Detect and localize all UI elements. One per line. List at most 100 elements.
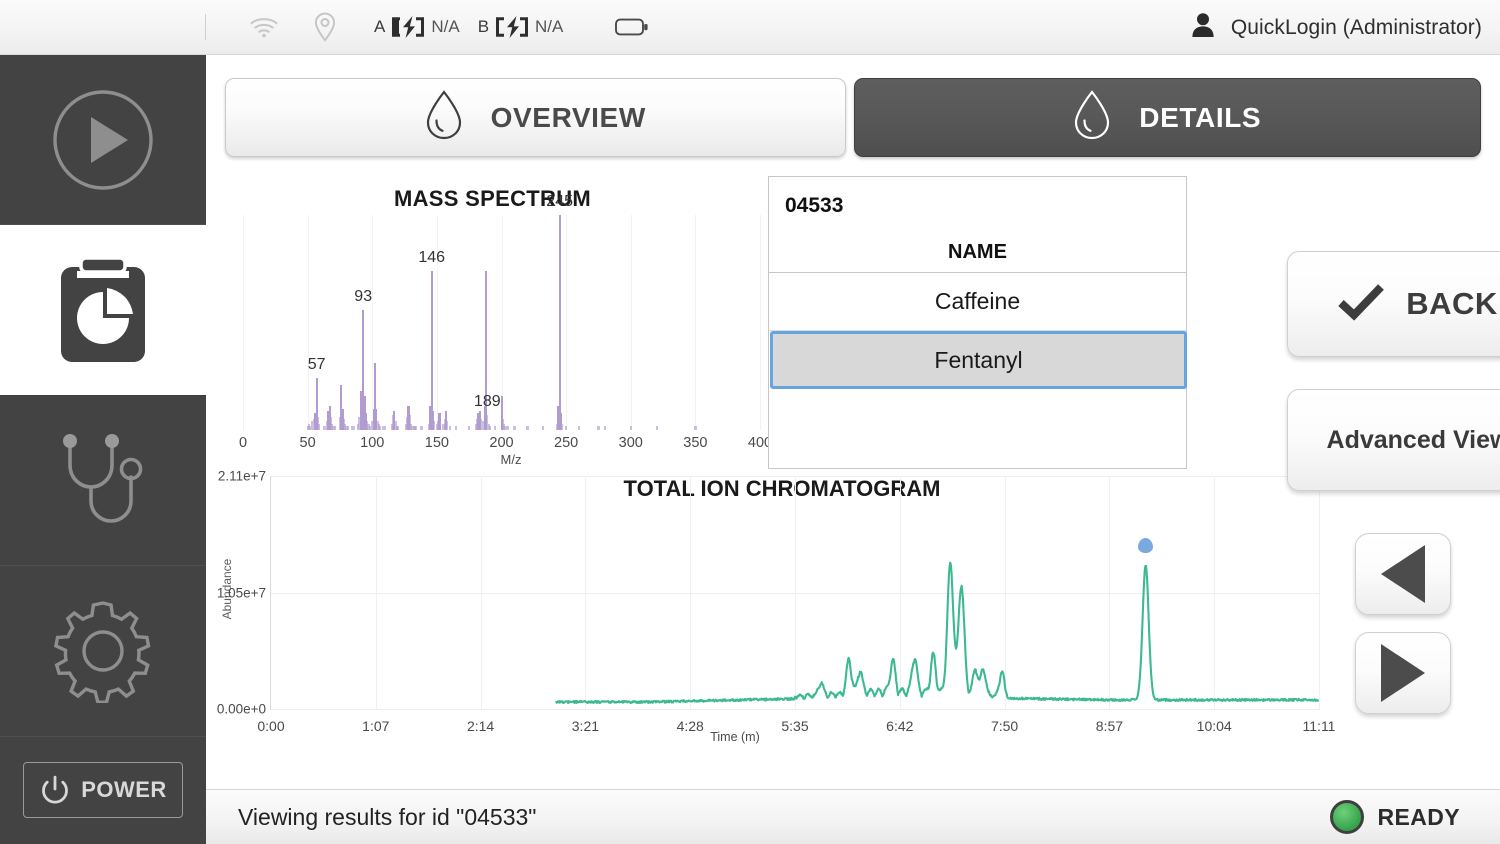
status-state-label: READY	[1377, 803, 1460, 830]
peak-label: 146	[418, 248, 446, 266]
power-icon	[42, 776, 69, 804]
grid-line	[307, 215, 309, 430]
wifi-icon[interactable]	[234, 0, 294, 55]
sidebar-item-diagnostics[interactable]	[0, 396, 206, 567]
internal-battery-icon[interactable]	[615, 0, 649, 55]
clipboard-chart-icon	[61, 256, 145, 363]
power-label: POWER	[81, 777, 167, 803]
battery-b-icon[interactable]: B N/A	[477, 15, 563, 39]
battery-a-label: A	[374, 17, 386, 36]
spectrum-peak	[455, 425, 458, 430]
triangle-right-icon	[1381, 644, 1425, 702]
grid-line	[760, 215, 761, 430]
x-tick-label: 300	[618, 435, 643, 451]
total-ion-chromatogram-panel: TOTAL ION CHROMATOGRAM Abundance 0.00e+0…	[217, 469, 1336, 767]
battery-a-icon[interactable]: A N/A	[374, 15, 460, 39]
peak-label: 189	[473, 392, 501, 410]
spectrum-peak	[494, 425, 497, 430]
grid-line	[695, 215, 697, 430]
x-tick-label: 5:35	[781, 718, 809, 734]
spectrum-peak	[694, 425, 697, 430]
spectrum-peak	[318, 423, 321, 430]
peak-label: 93	[354, 287, 373, 305]
mass-spectrum-title: MASS SPECTRUM	[393, 186, 592, 211]
compound-name: Caffeine	[934, 288, 1021, 314]
mass-spectrum-panel: MASS SPECTRUM 57 93 146 189 245 M/z 0 50 100 15…	[225, 177, 772, 470]
back-button-label: BACK	[1406, 286, 1498, 321]
grid-line	[436, 215, 438, 430]
grid-line	[630, 215, 632, 430]
spectrum-peak	[415, 425, 418, 430]
x-tick-label: 8:57	[1095, 718, 1124, 734]
spectrum-peak	[655, 425, 658, 430]
tab-overview[interactable]: OVERVIEW	[225, 78, 846, 157]
back-button[interactable]: BACK	[1287, 251, 1500, 357]
power-button-area: POWER	[0, 737, 206, 844]
advanced-view-button[interactable]: Advanced View	[1287, 389, 1500, 491]
grid-line	[243, 215, 244, 430]
list-item[interactable]: Caffeine	[769, 273, 1186, 331]
battery-b-label: B	[477, 17, 490, 36]
spectrum-peak	[346, 425, 349, 430]
spectrum-peak	[526, 425, 529, 430]
user-avatar-icon	[1191, 12, 1215, 43]
tic-selected-peak-marker[interactable]	[1138, 538, 1154, 554]
topbar-divider	[205, 14, 206, 40]
play-circle-icon	[53, 90, 153, 190]
x-tick-label: 100	[360, 435, 385, 451]
tic-plot[interactable]: 0.00e+0 1.05e+7 2.11e+7 0:00 1:07 2:14 3:21 4:2…	[217, 469, 1336, 735]
bottom-status-bar: Viewing results for id "04533" READY	[206, 789, 1500, 844]
tab-details[interactable]: DETAILS	[853, 78, 1481, 157]
stethoscope-icon	[63, 433, 143, 523]
x-tick-label: 250	[554, 435, 579, 451]
tab-bar: OVERVIEW DETAILS	[225, 78, 1481, 157]
spectrum-peak	[384, 425, 387, 430]
mass-spectrum-x-axis: M/z 0 50 100 150 200 250 300 350 400	[225, 435, 772, 470]
mass-spectrum-plot[interactable]: 57 93 146 189 245	[243, 193, 761, 430]
droplet-icon	[1073, 90, 1111, 145]
spectrum-peak	[420, 425, 423, 430]
tab-details-label: DETAILS	[1139, 101, 1262, 133]
sidebar-item-results[interactable]	[0, 225, 206, 396]
x-tick-label: 2:14	[466, 718, 495, 734]
tab-overview-label: OVERVIEW	[490, 101, 646, 133]
x-tick-label: 150	[424, 435, 449, 451]
spectrum-peak	[506, 425, 510, 430]
spectrum-peak	[430, 270, 433, 430]
list-item-selected[interactable]: Fentanyl	[770, 331, 1187, 389]
spectrum-peak	[438, 412, 441, 430]
next-button[interactable]	[1355, 632, 1451, 714]
x-tick-label: 350	[683, 435, 708, 451]
triangle-left-icon	[1381, 545, 1425, 603]
user-area[interactable]: QuickLogin (Administrator)	[1191, 0, 1482, 55]
checkmark-icon	[1338, 282, 1385, 327]
droplet-icon	[425, 90, 463, 145]
location-pin-icon[interactable]	[294, 0, 356, 55]
status-badge: READY	[1330, 800, 1460, 834]
power-button[interactable]: POWER	[23, 762, 183, 819]
spectrum-peak	[333, 425, 336, 430]
spectrum-peak	[629, 425, 632, 430]
results-panel: 04533 NAME Caffeine Fentanyl	[768, 176, 1187, 469]
main-content: OVERVIEW DETAILS MASS SPECTRUM 57 93 146 18…	[206, 55, 1500, 789]
y-tick-label: 2.11e+7	[217, 468, 266, 484]
previous-button[interactable]	[1355, 533, 1451, 615]
action-buttons: BACK Advanced View	[1287, 177, 1500, 767]
tic-x-label: Time (m)	[710, 730, 760, 744]
gear-icon	[53, 601, 151, 704]
status-led-icon	[1330, 800, 1365, 834]
x-tick-label: 6:42	[886, 718, 914, 734]
topbar-icon-group: A N/A B N/A	[234, 0, 649, 55]
spectrum-peak	[468, 425, 471, 430]
sample-id-label: 04533	[785, 194, 844, 217]
sidebar-item-settings[interactable]	[0, 566, 206, 737]
charts-region: MASS SPECTRUM 57 93 146 189 245 M/z 0 50 100 15…	[217, 176, 1336, 767]
spectrum-peak	[353, 425, 356, 430]
x-tick-label: 200	[489, 435, 514, 451]
spectrum-peak	[578, 425, 581, 430]
sidebar-item-run-play[interactable]	[0, 55, 206, 226]
peak-label: 245	[546, 193, 574, 210]
user-name-label: QuickLogin (Administrator)	[1230, 15, 1482, 39]
name-column-header: NAME	[769, 233, 1186, 273]
x-tick-label: 3:21	[571, 718, 600, 734]
